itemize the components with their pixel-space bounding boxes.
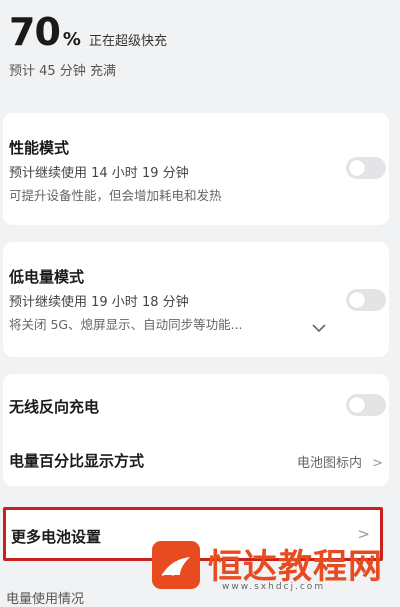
- chevron-down-icon[interactable]: [312, 318, 326, 337]
- usage-section-label: 电量使用情况: [6, 592, 85, 607]
- charging-status: 正在超级快充: [88, 34, 167, 49]
- wireless-reverse-charge-toggle[interactable]: [346, 394, 386, 416]
- performance-mode-card[interactable]: 性能模式 预计继续使用 14 小时 19 分钟 可提升设备性能，但会增加耗电和发…: [3, 113, 389, 225]
- performance-mode-estimate: 预计继续使用 14 小时 19 分钟: [9, 166, 189, 181]
- wireless-reverse-charge-row[interactable]: 无线反向充电: [9, 396, 377, 417]
- percent-display-title: 电量百分比显示方式: [9, 452, 145, 470]
- toggle-knob: [349, 160, 365, 176]
- settings-card: 无线反向充电 电量百分比显示方式 电池图标内 >: [3, 374, 389, 486]
- low-power-mode-card[interactable]: 低电量模式 预计继续使用 19 小时 18 分钟 将关闭 5G、熄屏显示、自动同…: [3, 242, 389, 357]
- toggle-knob: [349, 292, 365, 308]
- percent-display-value-label: 电池图标内: [296, 456, 362, 471]
- watermark-text: 恒达教程网: [208, 547, 383, 587]
- low-power-mode-estimate: 预计继续使用 19 小时 18 分钟: [9, 295, 189, 310]
- bird-icon: [161, 557, 190, 576]
- charge-header: 70 % 正在超级快充 预计 45 分钟 充满: [9, 10, 167, 79]
- low-power-mode-toggle[interactable]: [346, 289, 386, 311]
- wireless-reverse-charge-title: 无线反向充电: [9, 398, 100, 416]
- low-power-mode-title: 低电量模式: [9, 268, 85, 286]
- charge-eta: 预计 45 分钟 充满: [9, 64, 116, 79]
- percent-display-value[interactable]: 电池图标内 >: [297, 452, 383, 471]
- more-battery-settings-title: 更多电池设置: [11, 528, 102, 546]
- performance-mode-toggle[interactable]: [346, 157, 386, 179]
- toggle-knob: [349, 397, 365, 413]
- battery-percent: 70: [9, 10, 61, 54]
- performance-mode-desc: 可提升设备性能，但会增加耗电和发热: [9, 188, 222, 203]
- performance-mode-title: 性能模式: [9, 139, 70, 157]
- chevron-right-icon: >: [372, 456, 383, 471]
- percent-sign: %: [62, 29, 81, 50]
- watermark-logo-icon: [152, 541, 200, 589]
- watermark-url: www.sxhdcj.com: [222, 582, 326, 592]
